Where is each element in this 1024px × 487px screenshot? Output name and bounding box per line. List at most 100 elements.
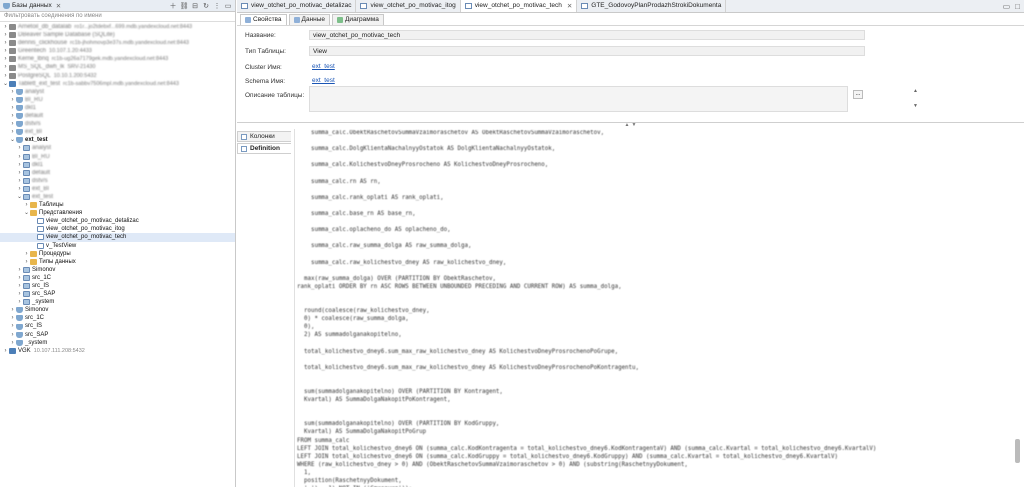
chevron-right-icon[interactable]: › (23, 201, 30, 209)
collapse-down-icon[interactable]: ▼ (632, 122, 637, 128)
chevron-right-icon[interactable]: › (9, 120, 16, 128)
tree-node[interactable]: › Таблицы (0, 201, 235, 209)
editor-tab[interactable]: GTE_GodovoyPlanProdazhStrokiDokumenta (577, 0, 727, 12)
editor-tab[interactable]: view_otchet_po_motivac_itog (356, 0, 461, 12)
tree-node[interactable]: ⌄ Представления (0, 209, 235, 217)
chevron-right-icon[interactable]: › (16, 266, 23, 274)
editor-tab[interactable]: view_otchet_po_motivac_tech ✕ (460, 0, 578, 12)
chevron-down-icon[interactable]: ⌄ (16, 193, 23, 201)
tree-node[interactable]: › default (0, 169, 235, 177)
tree-node[interactable]: › src_1C (0, 314, 235, 322)
tree-node[interactable]: › Greentech 10.107.1.20:4433 (0, 47, 235, 55)
chevron-right-icon[interactable]: › (9, 128, 16, 136)
chevron-right-icon[interactable]: › (16, 169, 23, 177)
chevron-right-icon[interactable]: › (9, 88, 16, 96)
connection-filter-input[interactable]: Фильтровать соединения по имени (0, 12, 235, 22)
chevron-right-icon[interactable]: › (2, 63, 9, 71)
tree-node[interactable]: › dkl1 (0, 161, 235, 169)
tree-node[interactable]: › dstv/s (0, 120, 235, 128)
tree-node[interactable]: › Kerne_lbnq rc1b-ug26a7179gek.mdb.yandexc… (0, 55, 235, 63)
chevron-right-icon[interactable]: › (2, 347, 9, 355)
chevron-right-icon[interactable]: › (9, 314, 16, 322)
tab-diagram[interactable]: Диаграмма (332, 13, 384, 25)
tree-node[interactable]: › Simonov (0, 306, 235, 314)
tree-node[interactable]: › analyst (0, 144, 235, 152)
tree-node[interactable]: v_TestView (0, 242, 235, 250)
chevron-right-icon[interactable]: › (2, 31, 9, 39)
chevron-right-icon[interactable]: › (16, 282, 23, 290)
chevron-right-icon[interactable]: › (9, 306, 16, 314)
sql-definition-editor[interactable]: summa_calc.ObektRaschetovSummaVzaimorasc… (294, 129, 1020, 487)
tree-node[interactable]: › DBeaver Sample Database (SQLite) (0, 31, 235, 39)
editor-tab[interactable]: view_otchet_po_motivac_detalizac (237, 0, 357, 12)
tree-node[interactable]: › dkl1 (0, 104, 235, 112)
scroll-down-icon[interactable]: ▼ (913, 103, 919, 109)
tree-node[interactable]: › src_IS (0, 282, 235, 290)
tree-node[interactable]: view_otchet_po_motivac_tech (0, 233, 235, 242)
tab-definition[interactable]: Definition (237, 143, 291, 154)
tab-data[interactable]: Данные (288, 13, 331, 25)
tree-node[interactable]: › dennis_clickhouse rc1b-jhohmovp3e37s.mdb… (0, 39, 235, 47)
tree-node[interactable]: view_otchet_po_motivac_detalizac (0, 217, 235, 225)
tree-node[interactable]: view_otchet_po_motivac_itog (0, 225, 235, 233)
close-icon[interactable]: ✕ (56, 2, 61, 10)
tree-node[interactable]: › default (0, 112, 235, 120)
tree-node[interactable]: › VGK 10.107.111.208:5432 (0, 347, 235, 355)
collapse-up-icon[interactable]: ▲ (625, 122, 630, 128)
tab-properties[interactable]: Свойства (240, 13, 287, 25)
chevron-right-icon[interactable]: › (23, 250, 30, 258)
tree-node[interactable]: › ext_BI (0, 185, 235, 193)
panel-splitter[interactable]: ▲ ▼ (237, 122, 1024, 128)
chevron-right-icon[interactable]: › (16, 144, 23, 152)
tree-node[interactable]: › analyst (0, 88, 235, 96)
chevron-right-icon[interactable]: › (16, 161, 23, 169)
chevron-right-icon[interactable]: › (2, 55, 9, 63)
chevron-right-icon[interactable]: › (16, 153, 23, 161)
tree-node[interactable]: › Типы данных (0, 258, 235, 266)
tree-node[interactable]: › src_IS (0, 322, 235, 330)
schema-link[interactable]: ext_test (309, 76, 338, 86)
cluster-link[interactable]: ext_test (309, 62, 338, 72)
chevron-right-icon[interactable]: › (2, 39, 9, 47)
chevron-down-icon[interactable]: ⌄ (9, 136, 16, 144)
tree-node[interactable]: › ext_BI (0, 128, 235, 136)
tree-node[interactable]: › src_SAP (0, 290, 235, 298)
chevron-right-icon[interactable]: › (9, 112, 16, 120)
tree-node[interactable]: › dstv/s (0, 177, 235, 185)
chevron-right-icon[interactable]: › (16, 185, 23, 193)
chevron-right-icon[interactable]: › (23, 258, 30, 266)
chevron-right-icon[interactable]: › (9, 104, 16, 112)
tree-node[interactable]: › _system (0, 339, 235, 347)
tree-node[interactable]: ⌄ ext_test (0, 136, 235, 144)
collapse-icon[interactable]: ⊟ (191, 2, 199, 10)
editor-scrollbar[interactable] (1015, 439, 1020, 463)
tree-node[interactable]: › BI_RU (0, 96, 235, 104)
chevron-right-icon[interactable]: › (16, 298, 23, 306)
chevron-right-icon[interactable]: › (2, 23, 9, 31)
tree-node[interactable]: › src_1C (0, 274, 235, 282)
chevron-right-icon[interactable]: › (9, 339, 16, 347)
menu-icon[interactable]: ⋮ (213, 2, 221, 10)
tree-node[interactable]: › _system (0, 298, 235, 306)
scroll-up-icon[interactable]: ▲ (913, 88, 919, 94)
tree-node[interactable]: › PostgreSQL 10.10.1.200:5432 (0, 72, 235, 80)
tree-node[interactable]: › Arnetoil_db_datalab ro1r...jo2tdebxf...6… (0, 23, 235, 31)
tree-node[interactable]: › src_SAP (0, 331, 235, 339)
refresh-icon[interactable]: ↻ (202, 2, 210, 10)
chevron-right-icon[interactable]: › (16, 274, 23, 282)
tree-node[interactable]: › Процедуры (0, 250, 235, 258)
description-edit-button[interactable]: ... (853, 90, 863, 99)
chevron-right-icon[interactable]: › (2, 72, 9, 80)
chevron-right-icon[interactable]: › (9, 96, 16, 104)
minimize-icon[interactable]: ▭ (224, 2, 232, 10)
chevron-right-icon[interactable]: › (16, 177, 23, 185)
link-icon[interactable]: ⛓ (180, 2, 189, 10)
tree-node[interactable]: › MS_SQL_dwh_lk SRV-21430 (0, 63, 235, 71)
maximize-icon[interactable]: □ (1015, 2, 1020, 11)
chevron-down-icon[interactable]: ⌄ (23, 209, 30, 217)
close-icon[interactable]: ✕ (567, 2, 572, 10)
navigator-title[interactable]: Базы данных ✕ (3, 2, 169, 10)
chevron-right-icon[interactable]: › (2, 47, 9, 55)
tree-node[interactable]: › Simonov (0, 266, 235, 274)
chevron-right-icon[interactable]: › (9, 331, 16, 339)
